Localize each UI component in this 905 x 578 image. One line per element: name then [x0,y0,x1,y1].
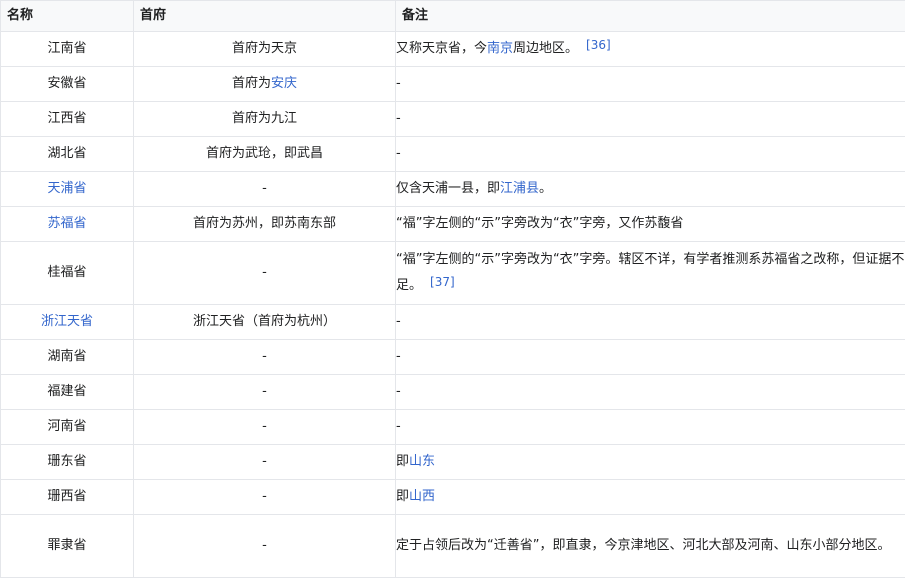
province-note: - [396,305,905,340]
province-capital: - [134,445,396,480]
table-row: 罪隶省 - 定于占领后改为“迁善省”，即直隶，今京津地区、河北大部及河南、山东小… [1,515,905,578]
capital-text: 首府为 [232,76,271,91]
table-row: 珊西省 - 即山西 [1,480,905,515]
province-note: - [396,67,905,102]
table-row: 桂福省 - “福”字左侧的“示”字旁改为“衣”字旁。辖区不详，有学者推测系苏福省… [1,242,905,305]
shandong-link[interactable]: 山东 [409,454,435,469]
nanjing-link[interactable]: 南京 [487,41,513,56]
table-row: 福建省 - - [1,375,905,410]
province-name: 河南省 [1,410,134,445]
province-capital: - [134,515,396,578]
province-note: - [396,102,905,137]
province-name: 湖南省 [1,340,134,375]
zhejiangtian-link[interactable]: 浙江天省 [41,314,93,329]
table-row: 江西省 首府为九江 - [1,102,905,137]
sufu-link[interactable]: 苏福省 [47,216,86,231]
header-name: 名称 [1,1,134,32]
province-name: 湖北省 [1,137,134,172]
province-capital: - [134,480,396,515]
province-name: 罪隶省 [1,515,134,578]
table-row: 湖北省 首府为武玱，即武昌 - [1,137,905,172]
note-text: 即 [396,454,409,469]
province-name: 福建省 [1,375,134,410]
province-capital: 首府为武玱，即武昌 [134,137,396,172]
shanxi-link[interactable]: 山西 [409,489,435,504]
header-capital: 首府 [134,1,396,32]
province-capital: - [134,410,396,445]
table-row: 天浦省 - 仅含天浦一县，即江浦县。 [1,172,905,207]
province-note: “福”字左侧的“示”字旁改为“衣”字旁，又作苏馥省 [396,207,905,242]
anqing-link[interactable]: 安庆 [271,76,297,91]
table-row: 苏福省 首府为苏州，即苏南东部 “福”字左侧的“示”字旁改为“衣”字旁，又作苏馥… [1,207,905,242]
table-row: 河南省 - - [1,410,905,445]
table-row: 珊东省 - 即山东 [1,445,905,480]
reference-link-36[interactable]: [36] [586,38,611,52]
province-name: 珊西省 [1,480,134,515]
note-text: 。 [539,181,552,196]
province-note: - [396,340,905,375]
province-name: 桂福省 [1,242,134,305]
note-text: 又称天京省，今 [396,41,487,56]
province-name: 浙江天省 [1,305,134,340]
note-text: 即 [396,489,409,504]
table-row: 安徽省 首府为安庆 - [1,67,905,102]
province-note: 即山东 [396,445,905,480]
table-row: 江南省 首府为天京 又称天京省，今南京周边地区。 [36] [1,32,905,67]
province-capital: - [134,375,396,410]
province-note: - [396,375,905,410]
province-note: - [396,410,905,445]
note-text: “福”字左侧的“示”字旁改为“衣”字旁。辖区不详，有学者推测系苏福省之改称，但证… [396,252,904,293]
note-text: 周边地区。 [513,41,578,56]
table-row: 浙江天省 浙江天省（首府为杭州） - [1,305,905,340]
jiangpu-link[interactable]: 江浦县 [500,181,539,196]
note-text: 仅含天浦一县，即 [396,181,500,196]
province-capital: - [134,172,396,207]
province-name: 天浦省 [1,172,134,207]
tianpu-link[interactable]: 天浦省 [47,181,86,196]
province-capital: - [134,340,396,375]
header-note: 备注 [396,1,905,32]
header-row: 名称 首府 备注 [1,1,905,32]
province-capital: 首府为苏州，即苏南东部 [134,207,396,242]
province-note: “福”字左侧的“示”字旁改为“衣”字旁。辖区不详，有学者推测系苏福省之改称，但证… [396,242,905,305]
province-capital: - [134,242,396,305]
province-name: 安徽省 [1,67,134,102]
province-note: 仅含天浦一县，即江浦县。 [396,172,905,207]
provinces-table: 名称 首府 备注 江南省 首府为天京 又称天京省，今南京周边地区。 [36] 安徽… [0,0,905,578]
province-note: 即山西 [396,480,905,515]
province-capital: 浙江天省（首府为杭州） [134,305,396,340]
province-name: 苏福省 [1,207,134,242]
province-name: 珊东省 [1,445,134,480]
province-capital: 首府为九江 [134,102,396,137]
province-name: 江南省 [1,32,134,67]
province-capital: 首府为天京 [134,32,396,67]
table-row: 湖南省 - - [1,340,905,375]
reference-link-37[interactable]: [37] [430,275,455,289]
province-name: 江西省 [1,102,134,137]
province-note: 又称天京省，今南京周边地区。 [36] [396,32,905,67]
province-note: 定于占领后改为“迁善省”，即直隶，今京津地区、河北大部及河南、山东小部分地区。 [396,515,905,578]
province-note: - [396,137,905,172]
province-capital: 首府为安庆 [134,67,396,102]
